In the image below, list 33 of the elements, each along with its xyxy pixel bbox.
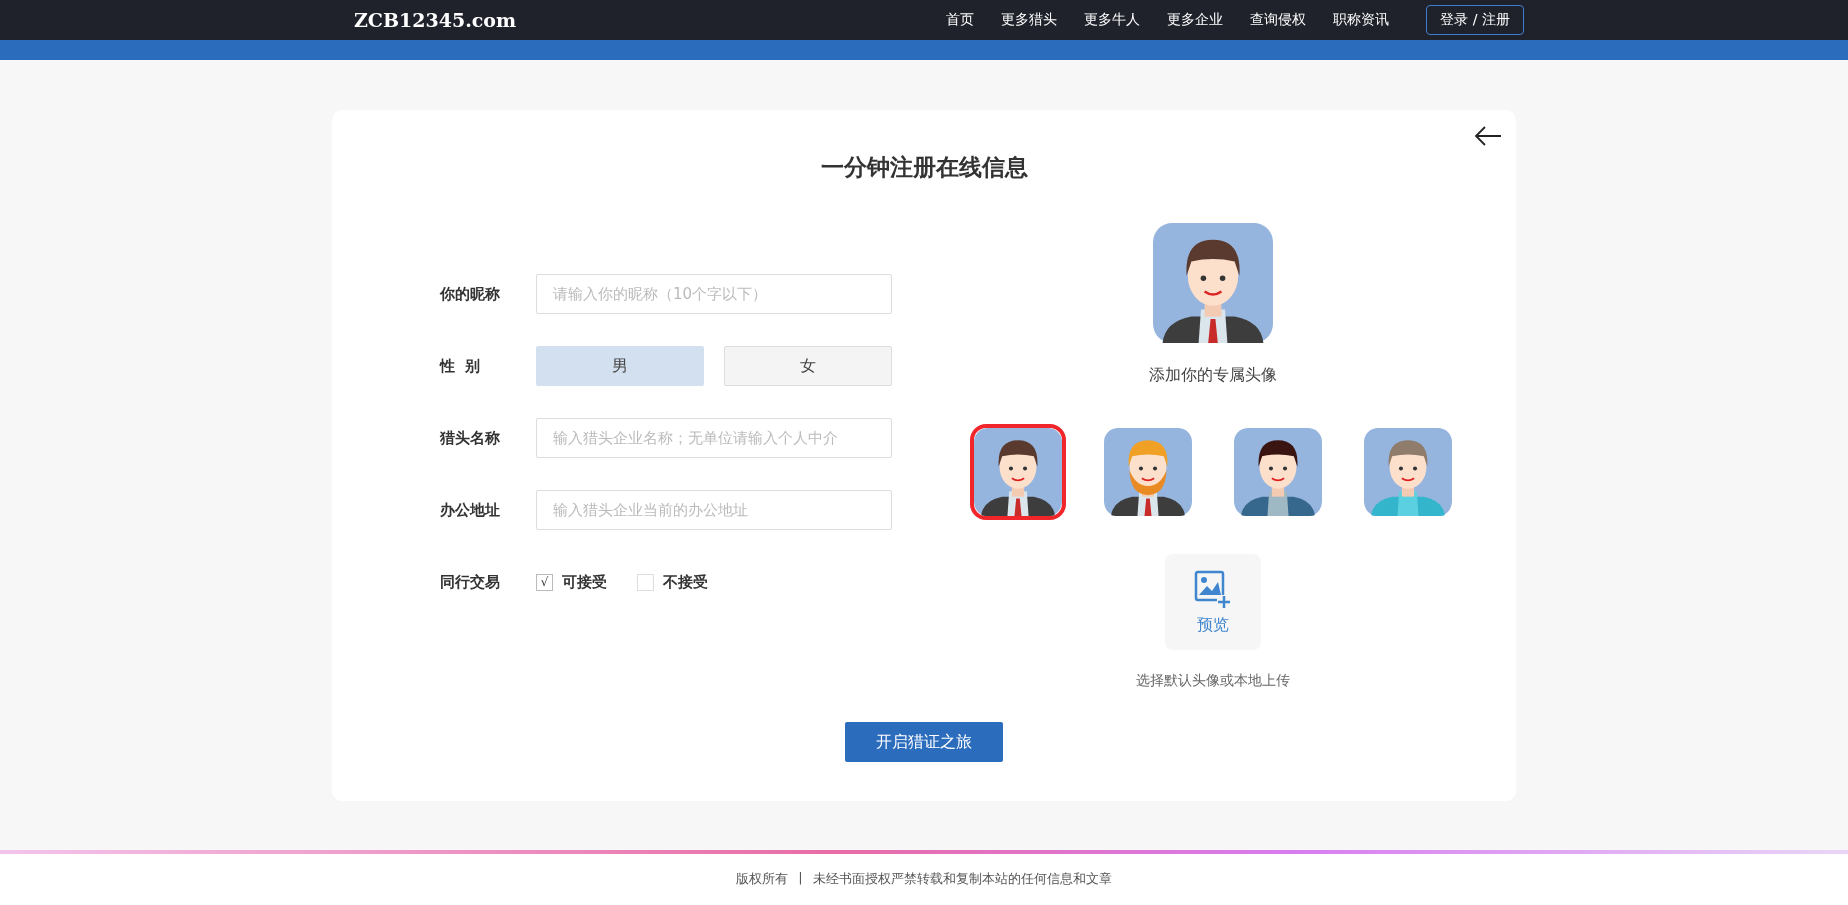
nav-link[interactable]: 更多企业: [1167, 11, 1224, 29]
gender-option[interactable]: 女: [724, 346, 892, 386]
site-logo[interactable]: ZCB12345.com: [354, 9, 517, 31]
avatar-hint: 选择默认头像或本地上传: [1136, 672, 1290, 690]
form-title: 一分钟注册在线信息: [820, 153, 1028, 182]
back-arrow-icon[interactable]: [1474, 125, 1502, 147]
field-label: 性 别: [440, 356, 482, 376]
field-label: 你的昵称: [440, 284, 501, 304]
login-register-button[interactable]: 登录 / 注册: [1426, 5, 1524, 35]
checkbox-label: 可接受: [562, 572, 607, 592]
avatar-option-drawing[interactable]: [970, 424, 1066, 520]
copyright-notice: 未经书面授权严禁转载和复制本站的任何信息和文章: [812, 870, 1112, 888]
field-label: 办公地址: [440, 500, 501, 520]
nav-link[interactable]: 职称资讯: [1333, 11, 1390, 29]
checkbox[interactable]: [637, 573, 654, 591]
field-label: 同行交易: [440, 572, 501, 592]
nav-link[interactable]: 首页: [946, 11, 975, 29]
submit-button[interactable]: 开启猎证之旅: [845, 722, 1003, 762]
upload-preview-button[interactable]: 预览: [1165, 554, 1261, 650]
nav-link[interactable]: 更多牛人: [1084, 11, 1141, 29]
separator: |: [798, 870, 803, 887]
company-name-input[interactable]: 输入猎头企业名称；无单位请输入个人中介: [536, 418, 892, 458]
nickname-input[interactable]: 请输入你的昵称（10个字以下）: [536, 274, 892, 314]
copyright-text: 版权所有: [736, 870, 789, 888]
checkbox-label: 不接受: [663, 572, 708, 592]
office-address-input[interactable]: 输入猎头企业当前的办公地址: [536, 490, 892, 530]
add-image-icon: [1193, 568, 1233, 609]
avatar-caption: 添加你的专属头像: [1149, 365, 1277, 386]
field-label: 猎头名称: [440, 428, 501, 448]
nav-link[interactable]: 查询侵权: [1250, 11, 1307, 29]
gender-option[interactable]: 男: [536, 346, 704, 386]
nav-link[interactable]: 更多猎头: [1001, 11, 1058, 29]
checkbox[interactable]: √: [536, 573, 553, 591]
